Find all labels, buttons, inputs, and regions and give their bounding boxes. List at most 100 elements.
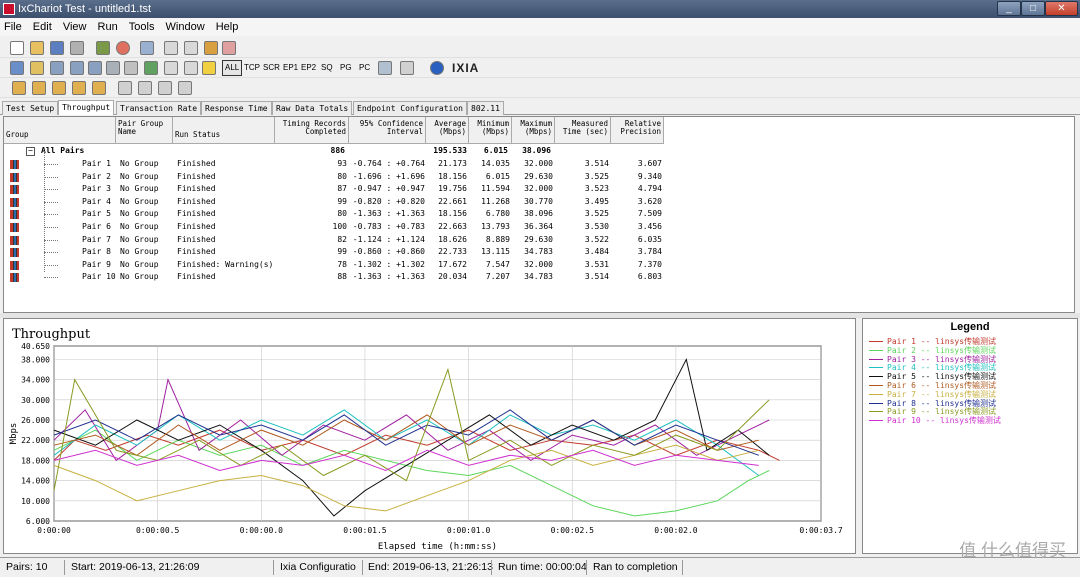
col-measured-time[interactable]: Measured Time (sec) xyxy=(555,117,611,144)
grid-icon[interactable] xyxy=(178,81,192,95)
info-icon[interactable] xyxy=(430,61,444,75)
menu-help[interactable]: Help xyxy=(212,18,243,36)
cut-icon[interactable] xyxy=(164,41,178,55)
endpoint-icon[interactable] xyxy=(70,61,84,75)
status-start: Start: 2019-06-13, 21:26:09 xyxy=(71,561,200,573)
screen-icon[interactable] xyxy=(140,41,154,55)
close-button[interactable]: ✕ xyxy=(1045,1,1078,16)
col-confidence-interval[interactable]: 95% Confidence Interval xyxy=(349,117,426,144)
new-file-icon[interactable] xyxy=(10,41,24,55)
stop-icon[interactable] xyxy=(116,41,130,55)
export-icon[interactable] xyxy=(378,61,392,75)
edit-icon[interactable] xyxy=(124,61,138,75)
col-maximum[interactable]: Maximum (Mbps) xyxy=(512,117,555,144)
wand-icon[interactable] xyxy=(52,81,66,95)
all-pairs-minimum: 6.015 xyxy=(483,146,508,155)
add-pair-icon[interactable] xyxy=(10,61,24,75)
paste-icon[interactable] xyxy=(204,41,218,55)
warning-icon[interactable] xyxy=(202,61,216,75)
average: 22.733 xyxy=(438,247,467,257)
col-group[interactable]: Group xyxy=(4,117,116,144)
x-tick-label: 0:00:03.7 xyxy=(799,526,843,535)
all-pairs-row[interactable]: − All Pairs 886 195.533 6.015 38.096 xyxy=(4,145,1074,158)
table-row[interactable]: Pair 10 No Group Finished 88 -1.363 : +1.363… xyxy=(4,271,1074,284)
table-row[interactable]: Pair 5 No Group Finished 80 -1.363 : +1.363 1… xyxy=(4,208,1074,221)
print-icon[interactable] xyxy=(70,41,84,55)
tab-802-11[interactable]: 802.11 xyxy=(467,101,504,115)
menu-view[interactable]: View xyxy=(59,18,91,36)
tab-raw-data-totals[interactable]: Raw Data Totals xyxy=(272,101,353,115)
filter-ep1[interactable]: EP1 xyxy=(283,62,298,74)
tree-icon[interactable] xyxy=(144,61,158,75)
filter-tcp[interactable]: TCP xyxy=(244,62,260,74)
col-run-status[interactable]: Run Status xyxy=(173,117,275,144)
result-tabs: Test Setup Throughput Transaction Rate R… xyxy=(0,100,1080,115)
hand-icon[interactable] xyxy=(12,81,26,95)
tab-throughput[interactable]: Throughput xyxy=(58,100,115,115)
filter-ep2[interactable]: EP2 xyxy=(301,62,316,74)
table-row[interactable]: Pair 3 No Group Finished 87 -0.947 : +0.947 1… xyxy=(4,183,1074,196)
tab-transaction-rate[interactable]: Transaction Rate xyxy=(116,101,202,115)
menu-edit[interactable]: Edit xyxy=(29,18,56,36)
menu-tools[interactable]: Tools xyxy=(125,18,159,36)
minimize-button[interactable]: _ xyxy=(997,1,1021,16)
edit-pair-icon[interactable] xyxy=(50,61,64,75)
tools-icon[interactable] xyxy=(72,81,86,95)
table-row[interactable]: Pair 6 No Group Finished 100 -0.783 : +0.783… xyxy=(4,221,1074,234)
run-icon[interactable] xyxy=(96,41,110,55)
minimum: 8.889 xyxy=(485,234,510,244)
copy-icon[interactable] xyxy=(184,41,198,55)
table-row[interactable]: Pair 9 No Group Finished: Warning(s) 78 -1.3… xyxy=(4,259,1074,272)
tree-connector xyxy=(44,252,58,254)
filter-all[interactable]: ALL xyxy=(222,60,243,76)
col-minimum[interactable]: Minimum (Mbps) xyxy=(469,117,512,144)
swap-icon[interactable] xyxy=(106,61,120,75)
run-status: Finished xyxy=(177,159,216,168)
sparkle-icon[interactable] xyxy=(32,81,46,95)
filter-sq[interactable]: SQ xyxy=(321,62,333,74)
menu-window[interactable]: Window xyxy=(162,18,209,36)
tab-endpoint-configuration[interactable]: Endpoint Configuration xyxy=(353,101,467,115)
save-icon[interactable] xyxy=(50,41,64,55)
tab-test-setup[interactable]: Test Setup xyxy=(2,101,59,115)
table-row[interactable]: Pair 8 No Group Finished 99 -0.860 : +0.860 2… xyxy=(4,246,1074,259)
table-row[interactable]: Pair 1 No Group Finished 93 -0.764 : +0.764 2… xyxy=(4,158,1074,171)
network-icon[interactable] xyxy=(88,61,102,75)
tab-response-time[interactable]: Response Time xyxy=(201,101,272,115)
sort-icon[interactable] xyxy=(184,61,198,75)
filter-pc[interactable]: PC xyxy=(359,62,370,74)
tree-connector xyxy=(44,214,58,216)
add-multicast-icon[interactable] xyxy=(30,61,44,75)
col-average[interactable]: Average (Mbps) xyxy=(426,117,469,144)
delete-icon[interactable] xyxy=(222,41,236,55)
collapse-icon[interactable]: − xyxy=(26,147,35,156)
table-row[interactable]: Pair 7 No Group Finished 82 -1.124 : +1.124 1… xyxy=(4,234,1074,247)
table-row[interactable]: Pair 2 No Group Finished 80 -1.696 : +1.696 1… xyxy=(4,171,1074,184)
fit-icon[interactable] xyxy=(158,81,172,95)
pair-group: No Group xyxy=(120,171,159,181)
status-end: End: 2019-06-13, 21:26:13 xyxy=(368,561,493,573)
open-folder-icon[interactable] xyxy=(30,41,44,55)
gear-icon[interactable] xyxy=(92,81,106,95)
legend-item: Pair 6 -- linsys传输测试 xyxy=(869,381,996,390)
zoom-in-icon[interactable] xyxy=(118,81,132,95)
zoom-out-icon[interactable] xyxy=(138,81,152,95)
table-row[interactable]: Pair 4 No Group Finished 99 -0.820 : +0.820 2… xyxy=(4,196,1074,209)
maximize-button[interactable]: □ xyxy=(1021,1,1045,16)
filter-pg[interactable]: PG xyxy=(340,62,352,74)
menu-file[interactable]: File xyxy=(0,18,26,36)
menu-run[interactable]: Run xyxy=(94,18,122,36)
filter-icon[interactable] xyxy=(164,61,178,75)
col-pair-group-name[interactable]: Pair Group Name xyxy=(116,117,173,144)
minimum: 6.015 xyxy=(485,171,510,181)
run-status: Finished xyxy=(177,247,216,257)
col-timing-records[interactable]: Timing Records Completed xyxy=(275,117,349,144)
run-status: Finished xyxy=(177,209,216,219)
col-relative-precision[interactable]: Relative Precision xyxy=(611,117,664,144)
legend-label: Pair 1 -- linsys传输测试 xyxy=(887,337,997,346)
options-icon[interactable] xyxy=(400,61,414,75)
maximum: 30.770 xyxy=(524,196,553,206)
pair-icon xyxy=(10,235,19,245)
filter-scr[interactable]: SCR xyxy=(263,62,280,74)
timing-records: 93 xyxy=(337,159,347,168)
